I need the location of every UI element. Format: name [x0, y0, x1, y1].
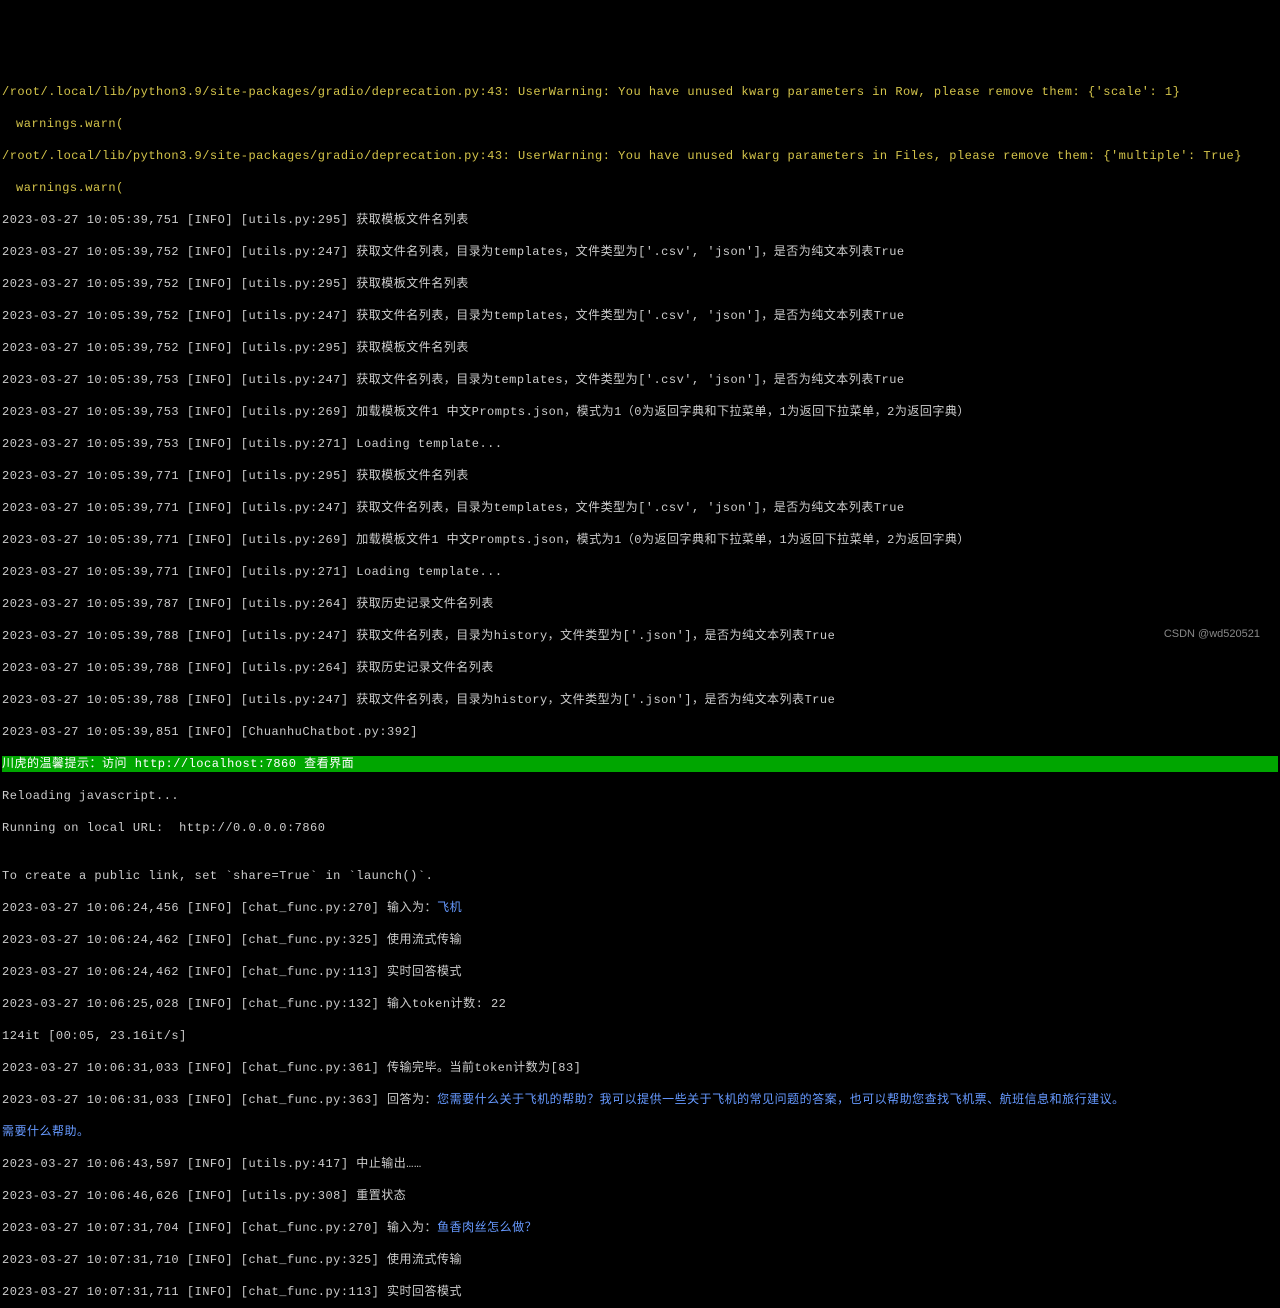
user-input-text: 鱼香肉丝怎么做？: [437, 1221, 537, 1235]
log-line: 2023-03-27 10:05:39,751 [INFO] [utils.py…: [2, 212, 1278, 228]
chat-line: 2023-03-27 10:07:31,704 [INFO] [chat_fun…: [2, 1220, 1278, 1236]
log-line: 2023-03-27 10:05:39,752 [INFO] [utils.py…: [2, 308, 1278, 324]
log-line: 2023-03-27 10:05:39,753 [INFO] [utils.py…: [2, 404, 1278, 420]
log-line: 2023-03-27 10:05:39,788 [INFO] [utils.py…: [2, 692, 1278, 708]
log-prefix: 2023-03-27 10:06:24,456 [INFO] [chat_fun…: [2, 901, 437, 915]
log-line: 2023-03-27 10:05:39,753 [INFO] [utils.py…: [2, 436, 1278, 452]
banner-line: 川虎的温馨提示：访问 http://localhost:7860 查看界面: [2, 756, 1278, 772]
status-line: Reloading javascript...: [2, 788, 1278, 804]
log-line: 2023-03-27 10:05:39,851 [INFO] [ChuanhuC…: [2, 724, 1278, 740]
warning-call: warnings.warn(: [2, 180, 1278, 196]
watermark-text: CSDN @wd520521: [1164, 626, 1260, 642]
log-line: 2023-03-27 10:05:39,771 [INFO] [utils.py…: [2, 532, 1278, 548]
log-line: 2023-03-27 10:05:39,752 [INFO] [utils.py…: [2, 340, 1278, 356]
log-line: 2023-03-27 10:05:39,753 [INFO] [utils.py…: [2, 372, 1278, 388]
log-line: 2023-03-27 10:05:39,752 [INFO] [utils.py…: [2, 276, 1278, 292]
chat-line: 2023-03-27 10:06:43,597 [INFO] [utils.py…: [2, 1156, 1278, 1172]
warning-line: /root/.local/lib/python3.9/site-packages…: [2, 84, 1278, 100]
status-line: Running on local URL: http://0.0.0.0:786…: [2, 820, 1278, 836]
answer-text: 您需要什么关于飞机的帮助？我可以提供一些关于飞机的常见问题的答案，也可以帮助您查…: [437, 1093, 1125, 1107]
chat-line: 2023-03-27 10:07:31,711 [INFO] [chat_fun…: [2, 1284, 1278, 1300]
warning-line: /root/.local/lib/python3.9/site-packages…: [2, 148, 1278, 164]
answer-continuation: 需要什么帮助。: [2, 1124, 1278, 1140]
log-line: 2023-03-27 10:05:39,771 [INFO] [utils.py…: [2, 468, 1278, 484]
log-prefix: 2023-03-27 10:07:31,704 [INFO] [chat_fun…: [2, 1221, 437, 1235]
chat-line: 2023-03-27 10:06:24,462 [INFO] [chat_fun…: [2, 964, 1278, 980]
log-line: 2023-03-27 10:05:39,788 [INFO] [utils.py…: [2, 660, 1278, 676]
chat-line: 2023-03-27 10:06:24,462 [INFO] [chat_fun…: [2, 932, 1278, 948]
user-input-text: 飞机: [437, 901, 462, 915]
chat-line: 2023-03-27 10:06:31,033 [INFO] [chat_fun…: [2, 1092, 1278, 1108]
chat-line: 2023-03-27 10:06:46,626 [INFO] [utils.py…: [2, 1188, 1278, 1204]
warning-call: warnings.warn(: [2, 116, 1278, 132]
terminal-output[interactable]: /root/.local/lib/python3.9/site-packages…: [0, 64, 1280, 1308]
log-line: 2023-03-27 10:05:39,771 [INFO] [utils.py…: [2, 500, 1278, 516]
log-line: 2023-03-27 10:05:39,788 [INFO] [utils.py…: [2, 628, 1278, 644]
chat-line: 2023-03-27 10:06:24,456 [INFO] [chat_fun…: [2, 900, 1278, 916]
log-line: 2023-03-27 10:05:39,752 [INFO] [utils.py…: [2, 244, 1278, 260]
log-prefix: 2023-03-27 10:06:31,033 [INFO] [chat_fun…: [2, 1093, 437, 1107]
log-line: 2023-03-27 10:05:39,771 [INFO] [utils.py…: [2, 564, 1278, 580]
chat-line: 2023-03-27 10:06:31,033 [INFO] [chat_fun…: [2, 1060, 1278, 1076]
progress-line: 124it [00:05, 23.16it/s]: [2, 1028, 1278, 1044]
status-line: To create a public link, set `share=True…: [2, 868, 1278, 884]
chat-line: 2023-03-27 10:07:31,710 [INFO] [chat_fun…: [2, 1252, 1278, 1268]
log-line: 2023-03-27 10:05:39,787 [INFO] [utils.py…: [2, 596, 1278, 612]
chat-line: 2023-03-27 10:06:25,028 [INFO] [chat_fun…: [2, 996, 1278, 1012]
